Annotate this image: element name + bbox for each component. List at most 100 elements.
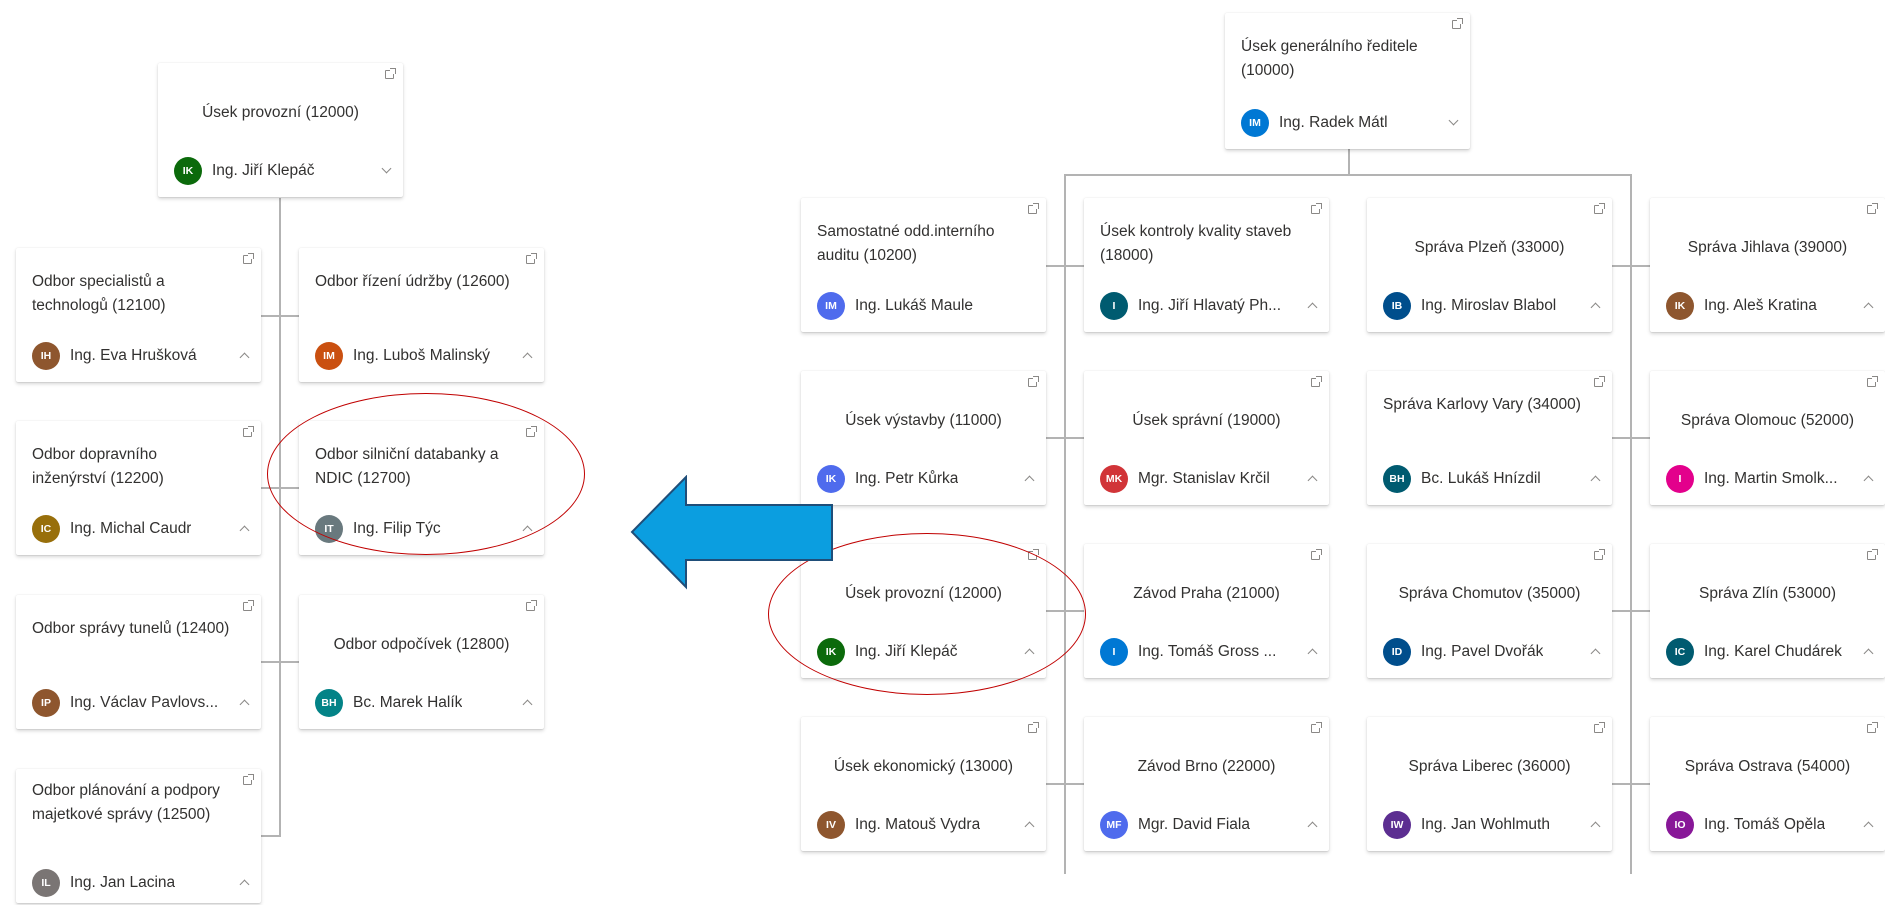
org-card[interactable]: Samostatné odd.interního auditu (10200) …	[801, 198, 1046, 332]
open-external-icon[interactable]	[243, 600, 254, 611]
chevron-up-icon[interactable]	[1590, 648, 1601, 659]
open-external-icon[interactable]	[1594, 203, 1605, 214]
manager-row[interactable]: IL Ing. Jan Lacina	[32, 869, 231, 897]
chevron-down-icon[interactable]	[381, 163, 392, 174]
manager-row[interactable]: BH Bc. Marek Halík	[315, 689, 514, 717]
org-unit-title: Odbor odpočívek (12800)	[333, 636, 510, 653]
chevron-up-icon[interactable]	[1307, 821, 1318, 832]
org-card[interactable]: Úsek ekonomický (13000) IV Ing. Matouš V…	[801, 717, 1046, 851]
manager-row[interactable]: IC Ing. Michal Caudr	[32, 515, 231, 543]
manager-row[interactable]: I Ing. Martin Smolk...	[1666, 465, 1855, 493]
chevron-up-icon[interactable]	[239, 699, 250, 710]
org-card[interactable]: Závod Brno (22000) MF Mgr. David Fiala	[1084, 717, 1329, 851]
chevron-up-icon[interactable]	[1863, 821, 1874, 832]
org-unit-title: Správa Olomouc (52000)	[1680, 412, 1855, 429]
manager-row[interactable]: MK Mgr. Stanislav Krčil	[1100, 465, 1299, 493]
org-card[interactable]: Odbor řízení údržby (12600) IM Ing. Lubo…	[299, 248, 544, 382]
org-card[interactable]: Odbor dopravního inženýrství (12200) IC …	[16, 421, 261, 555]
manager-row[interactable]: IM Ing. Lukáš Maule	[817, 292, 1016, 320]
open-external-icon[interactable]	[243, 426, 254, 437]
open-external-icon[interactable]	[243, 774, 254, 785]
org-card[interactable]: Správa Zlín (53000) IC Ing. Karel Chudár…	[1650, 544, 1885, 678]
manager-row[interactable]: ID Ing. Pavel Dvořák	[1383, 638, 1582, 666]
manager-row[interactable]: I Ing. Tomáš Gross ...	[1100, 638, 1299, 666]
org-card[interactable]: Správa Liberec (36000) IW Ing. Jan Wohlm…	[1367, 717, 1612, 851]
open-external-icon[interactable]	[1867, 203, 1878, 214]
chevron-up-icon[interactable]	[522, 352, 533, 363]
chevron-up-icon[interactable]	[1863, 648, 1874, 659]
manager-row[interactable]: IP Ing. Václav Pavlovs...	[32, 689, 231, 717]
org-card[interactable]: Správa Jihlava (39000) IK Ing. Aleš Krat…	[1650, 198, 1885, 332]
org-card[interactable]: Úsek výstavby (11000) IK Ing. Petr Kůrka	[801, 371, 1046, 505]
open-external-icon[interactable]	[1028, 722, 1039, 733]
chevron-up-icon[interactable]	[1307, 475, 1318, 486]
chevron-up-icon[interactable]	[1307, 648, 1318, 659]
chevron-down-icon[interactable]	[1448, 115, 1459, 126]
open-external-icon[interactable]	[1028, 376, 1039, 387]
chevron-up-icon[interactable]	[1863, 475, 1874, 486]
chevron-up-icon[interactable]	[239, 879, 250, 890]
manager-row[interactable]: IV Ing. Matouš Vydra	[817, 811, 1016, 839]
right-branch-connector	[1612, 265, 1650, 267]
open-external-icon[interactable]	[1867, 722, 1878, 733]
open-external-icon[interactable]	[1594, 376, 1605, 387]
avatar: IH	[32, 342, 60, 370]
manager-name: Bc. Marek Halík	[353, 694, 463, 711]
org-card[interactable]: Správa Plzeň (33000) IB Ing. Miroslav Bl…	[1367, 198, 1612, 332]
open-external-icon[interactable]	[1594, 722, 1605, 733]
open-external-icon[interactable]	[1311, 376, 1322, 387]
chevron-up-icon[interactable]	[1590, 821, 1601, 832]
manager-row[interactable]: IM Ing. Radek Mátl	[1241, 109, 1440, 137]
org-card-root-right[interactable]: Úsek generálního ředitele (10000) IM Ing…	[1225, 13, 1470, 149]
org-card[interactable]: Správa Olomouc (52000) I Ing. Martin Smo…	[1650, 371, 1885, 505]
org-card[interactable]: Odbor správy tunelů (12400) IP Ing. Václ…	[16, 595, 261, 729]
open-external-icon[interactable]	[1311, 549, 1322, 560]
open-external-icon[interactable]	[1867, 376, 1878, 387]
chevron-up-icon[interactable]	[239, 352, 250, 363]
org-card[interactable]: Odbor specialistů a technologů (12100) I…	[16, 248, 261, 382]
org-unit-title: Úsek ekonomický (13000)	[833, 758, 1014, 775]
chevron-up-icon[interactable]	[1307, 302, 1318, 313]
chevron-up-icon[interactable]	[239, 525, 250, 536]
org-card[interactable]: Správa Chomutov (35000) ID Ing. Pavel Dv…	[1367, 544, 1612, 678]
open-external-icon[interactable]	[1452, 18, 1463, 29]
manager-row[interactable]: IH Ing. Eva Hrušková	[32, 342, 231, 370]
manager-row[interactable]: IW Ing. Jan Wohlmuth	[1383, 811, 1582, 839]
manager-row[interactable]: IK Ing. Jiří Klepáč	[174, 157, 373, 185]
manager-row[interactable]: IK Ing. Aleš Kratina	[1666, 292, 1855, 320]
org-card[interactable]: Správa Ostrava (54000) IO Ing. Tomáš Opě…	[1650, 717, 1885, 851]
org-card[interactable]: Odbor odpočívek (12800) BH Bc. Marek Hal…	[299, 595, 544, 729]
right-branch-connector	[1046, 783, 1084, 785]
org-card[interactable]: Závod Praha (21000) I Ing. Tomáš Gross .…	[1084, 544, 1329, 678]
chevron-up-icon[interactable]	[1024, 821, 1035, 832]
open-external-icon[interactable]	[1028, 203, 1039, 214]
chevron-up-icon[interactable]	[522, 699, 533, 710]
manager-row[interactable]: MF Mgr. David Fiala	[1100, 811, 1299, 839]
org-card[interactable]: Správa Karlovy Vary (34000) BH Bc. Lukáš…	[1367, 371, 1612, 505]
manager-row[interactable]: IC Ing. Karel Chudárek	[1666, 638, 1855, 666]
open-external-icon[interactable]	[385, 68, 396, 79]
manager-name: Ing. Miroslav Blabol	[1421, 297, 1557, 314]
open-external-icon[interactable]	[1311, 722, 1322, 733]
manager-row[interactable]: IM Ing. Luboš Malinský	[315, 342, 514, 370]
manager-row[interactable]: I Ing. Jiří Hlavatý Ph...	[1100, 292, 1299, 320]
open-external-icon[interactable]	[1594, 549, 1605, 560]
chevron-up-icon[interactable]	[1590, 475, 1601, 486]
manager-row[interactable]: IB Ing. Miroslav Blabol	[1383, 292, 1582, 320]
right-branch-connector	[1612, 437, 1650, 439]
open-external-icon[interactable]	[243, 253, 254, 264]
org-card[interactable]: Úsek kontroly kvality staveb (18000) I I…	[1084, 198, 1329, 332]
chevron-up-icon[interactable]	[1024, 475, 1035, 486]
org-card-root-left[interactable]: Úsek provozní (12000) IK Ing. Jiří Klepá…	[158, 63, 403, 197]
chevron-up-icon[interactable]	[1590, 302, 1601, 313]
open-external-icon[interactable]	[1311, 203, 1322, 214]
manager-row[interactable]: IO Ing. Tomáš Opěla	[1666, 811, 1855, 839]
org-card[interactable]: Odbor plánování a podpory majetkové sprá…	[16, 769, 261, 903]
open-external-icon[interactable]	[526, 253, 537, 264]
org-card[interactable]: Úsek správní (19000) MK Mgr. Stanislav K…	[1084, 371, 1329, 505]
open-external-icon[interactable]	[1867, 549, 1878, 560]
chevron-up-icon[interactable]	[1863, 302, 1874, 313]
manager-row[interactable]: IK Ing. Petr Kůrka	[817, 465, 1016, 493]
manager-row[interactable]: BH Bc. Lukáš Hnízdil	[1383, 465, 1582, 493]
open-external-icon[interactable]	[526, 600, 537, 611]
